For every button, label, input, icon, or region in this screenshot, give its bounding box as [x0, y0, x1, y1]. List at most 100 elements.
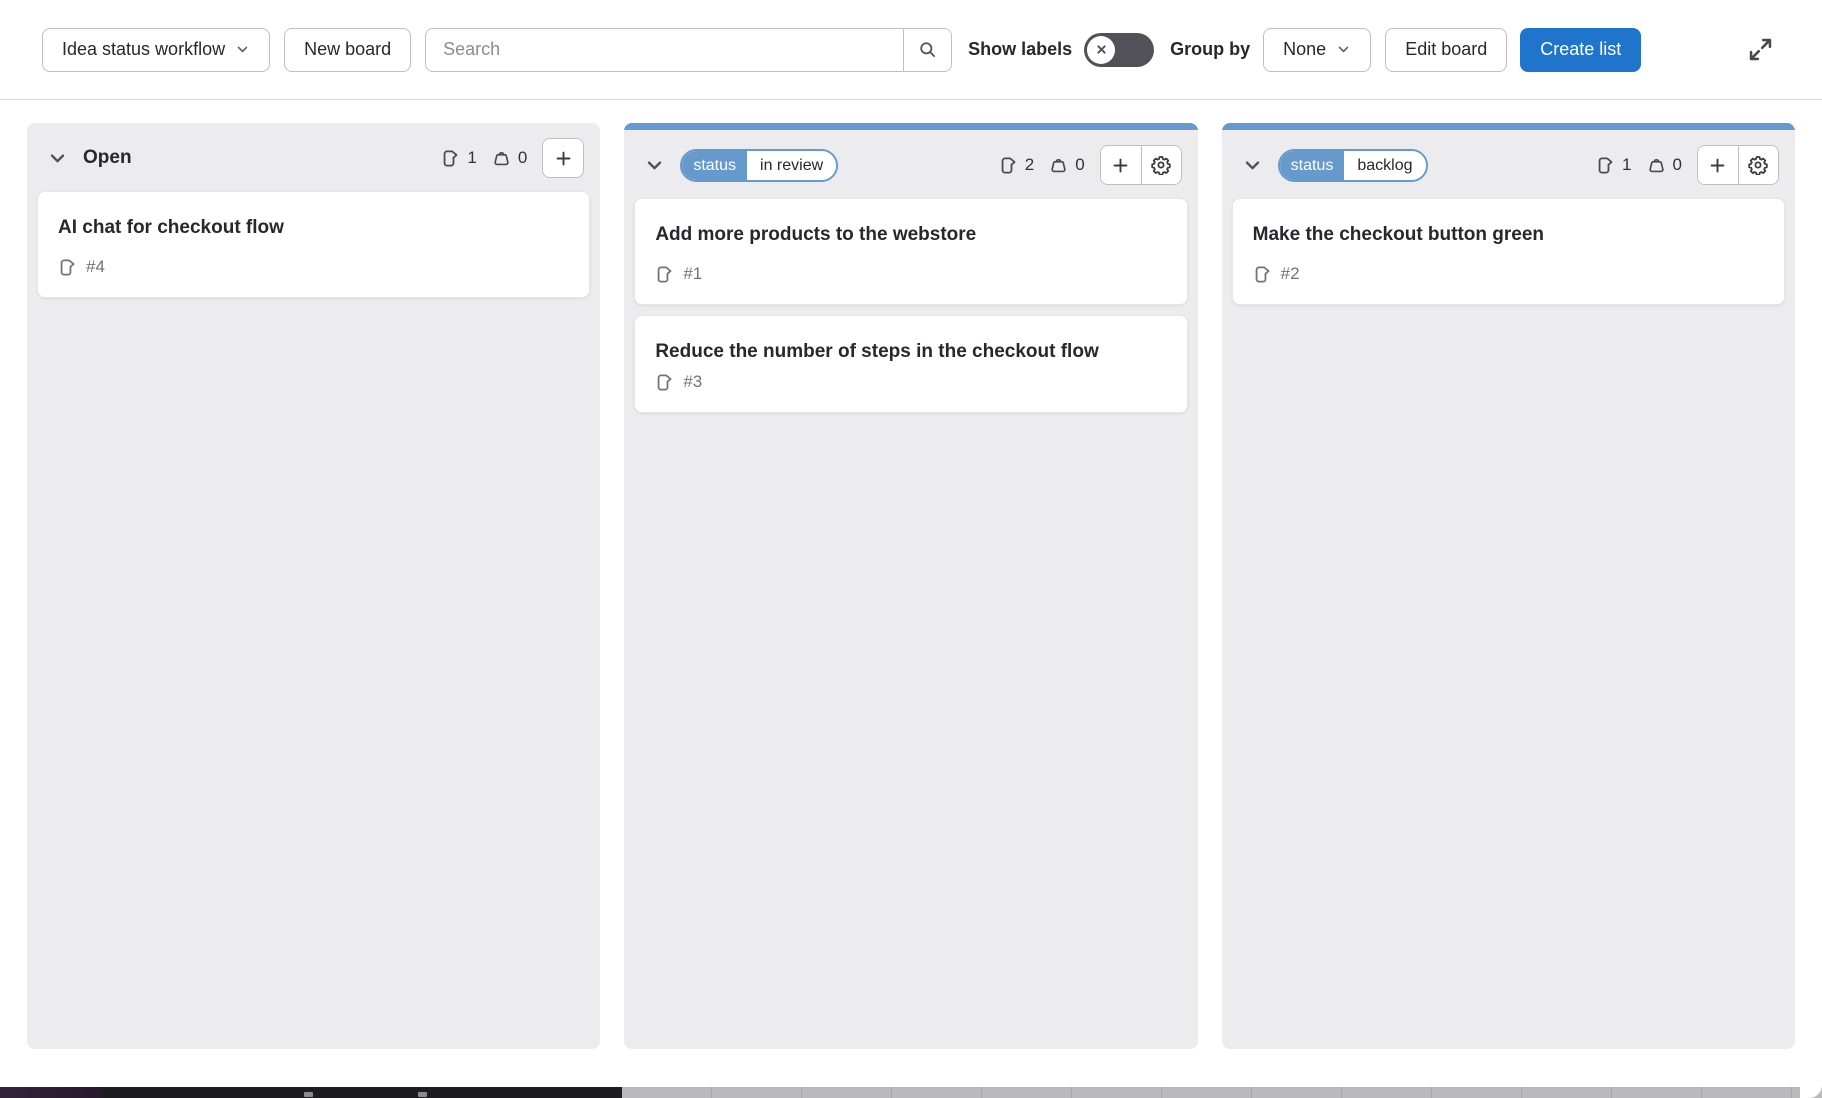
list-actions — [1697, 145, 1779, 185]
issue-count: 2 — [999, 155, 1034, 175]
add-issue-button[interactable] — [1101, 146, 1141, 184]
issue-count-value: 1 — [1622, 155, 1631, 175]
list-accent-bar — [1222, 123, 1795, 130]
board-switcher-dropdown[interactable]: Idea status workflow — [42, 28, 270, 72]
issue-card[interactable]: Reduce the number of steps in the checko… — [634, 315, 1187, 413]
show-labels-label: Show labels — [968, 39, 1072, 60]
weight-value: 0 — [1673, 155, 1682, 175]
weight-value: 0 — [518, 148, 527, 168]
plus-icon — [1708, 156, 1727, 175]
plus-icon — [554, 149, 573, 168]
issue-icon — [655, 373, 674, 392]
chevron-down-icon — [644, 155, 665, 176]
list-actions — [542, 138, 584, 178]
chevron-down-icon — [47, 148, 68, 169]
toggle-off-icon — [1087, 36, 1115, 64]
weight-count: 0 — [1647, 155, 1682, 175]
issue-ref-row: #2 — [1253, 264, 1764, 284]
issue-ref: #1 — [683, 264, 702, 284]
weight-value: 0 — [1075, 155, 1084, 175]
issue-count: 1 — [1596, 155, 1631, 175]
show-labels-toggle[interactable] — [1084, 33, 1154, 67]
issue-ref: #3 — [683, 372, 702, 392]
weight-icon — [492, 149, 511, 168]
list-header: status backlog 1 0 — [1222, 130, 1795, 196]
label-scope: status — [1280, 151, 1345, 180]
collapse-list-button[interactable] — [640, 151, 669, 180]
plus-icon — [1111, 156, 1130, 175]
list-header: Open 1 0 — [27, 123, 600, 189]
weight-count: 0 — [492, 148, 527, 168]
edit-board-label: Edit board — [1405, 39, 1487, 60]
weight-count: 0 — [1049, 155, 1084, 175]
issue-ref: #4 — [86, 257, 105, 277]
list-cards: Add more products to the webstore #1 Red… — [624, 196, 1197, 1049]
gear-icon — [1151, 155, 1171, 175]
list-label[interactable]: status in review — [680, 149, 838, 182]
list-accent-bar — [624, 123, 1197, 130]
issue-ref-row: #1 — [655, 264, 1166, 284]
expand-icon — [1747, 36, 1774, 63]
search-icon — [918, 40, 937, 59]
list-settings-button[interactable] — [1141, 146, 1181, 184]
group-by-label: Group by — [1170, 39, 1250, 60]
create-list-button[interactable]: Create list — [1520, 28, 1641, 72]
chevron-down-icon — [235, 42, 250, 57]
chevron-down-icon — [1242, 155, 1263, 176]
issue-board: Open 1 0 AI chat for checkout flow — [0, 100, 1822, 1049]
issue-card[interactable]: Add more products to the webstore #1 — [634, 198, 1187, 305]
search-box — [425, 28, 952, 72]
search-button[interactable] — [903, 29, 951, 71]
group-by-value: None — [1283, 39, 1326, 60]
list-actions — [1100, 145, 1182, 185]
board-list-open: Open 1 0 AI chat for checkout flow — [27, 123, 600, 1049]
create-list-label: Create list — [1540, 39, 1621, 60]
issue-title[interactable]: Reduce the number of steps in the checko… — [655, 339, 1166, 364]
issue-count-value: 1 — [467, 148, 476, 168]
board-list-backlog: status backlog 1 0 — [1222, 123, 1795, 1049]
add-issue-button[interactable] — [1698, 146, 1738, 184]
issue-icon — [1596, 156, 1615, 175]
issue-title[interactable]: Make the checkout button green — [1253, 222, 1764, 247]
new-board-button[interactable]: New board — [284, 28, 411, 72]
taskbar-strip — [0, 1087, 1822, 1098]
weight-icon — [1647, 156, 1666, 175]
issue-icon — [58, 258, 77, 277]
chevron-down-icon — [1336, 42, 1351, 57]
issue-title[interactable]: AI chat for checkout flow — [58, 215, 569, 240]
list-label[interactable]: status backlog — [1278, 149, 1428, 182]
issue-icon — [655, 265, 674, 284]
gear-icon — [1748, 155, 1768, 175]
issue-icon — [441, 149, 460, 168]
list-title: Open — [83, 147, 132, 169]
group-by-dropdown[interactable]: None — [1263, 28, 1371, 72]
board-list-in-review: status in review 2 0 — [624, 123, 1197, 1049]
list-header: status in review 2 0 — [624, 130, 1197, 196]
label-value: in review — [747, 151, 836, 180]
issue-icon — [1253, 265, 1272, 284]
list-settings-button[interactable] — [1738, 146, 1778, 184]
fullscreen-button[interactable] — [1741, 30, 1780, 69]
issue-ref-row: #4 — [58, 257, 569, 277]
board-toolbar: Idea status workflow New board Show labe… — [0, 0, 1822, 100]
issue-count-value: 2 — [1025, 155, 1034, 175]
issue-icon — [999, 156, 1018, 175]
issue-card[interactable]: AI chat for checkout flow #4 — [37, 191, 590, 298]
issue-ref: #2 — [1281, 264, 1300, 284]
list-cards: AI chat for checkout flow #4 — [27, 189, 600, 1049]
collapse-list-button[interactable] — [1238, 151, 1267, 180]
taskbar-segment — [106, 1087, 622, 1098]
collapse-list-button[interactable] — [43, 144, 72, 173]
issue-card[interactable]: Make the checkout button green #2 — [1232, 198, 1785, 305]
taskbar-segment — [0, 1087, 106, 1098]
new-board-label: New board — [304, 39, 391, 60]
label-value: backlog — [1344, 151, 1425, 180]
issue-title[interactable]: Add more products to the webstore — [655, 222, 1166, 247]
board-switcher-label: Idea status workflow — [62, 39, 225, 60]
edit-board-button[interactable]: Edit board — [1385, 28, 1507, 72]
issue-count: 1 — [441, 148, 476, 168]
weight-icon — [1049, 156, 1068, 175]
add-issue-button[interactable] — [543, 139, 583, 177]
search-input[interactable] — [426, 29, 903, 71]
label-scope: status — [682, 151, 747, 180]
